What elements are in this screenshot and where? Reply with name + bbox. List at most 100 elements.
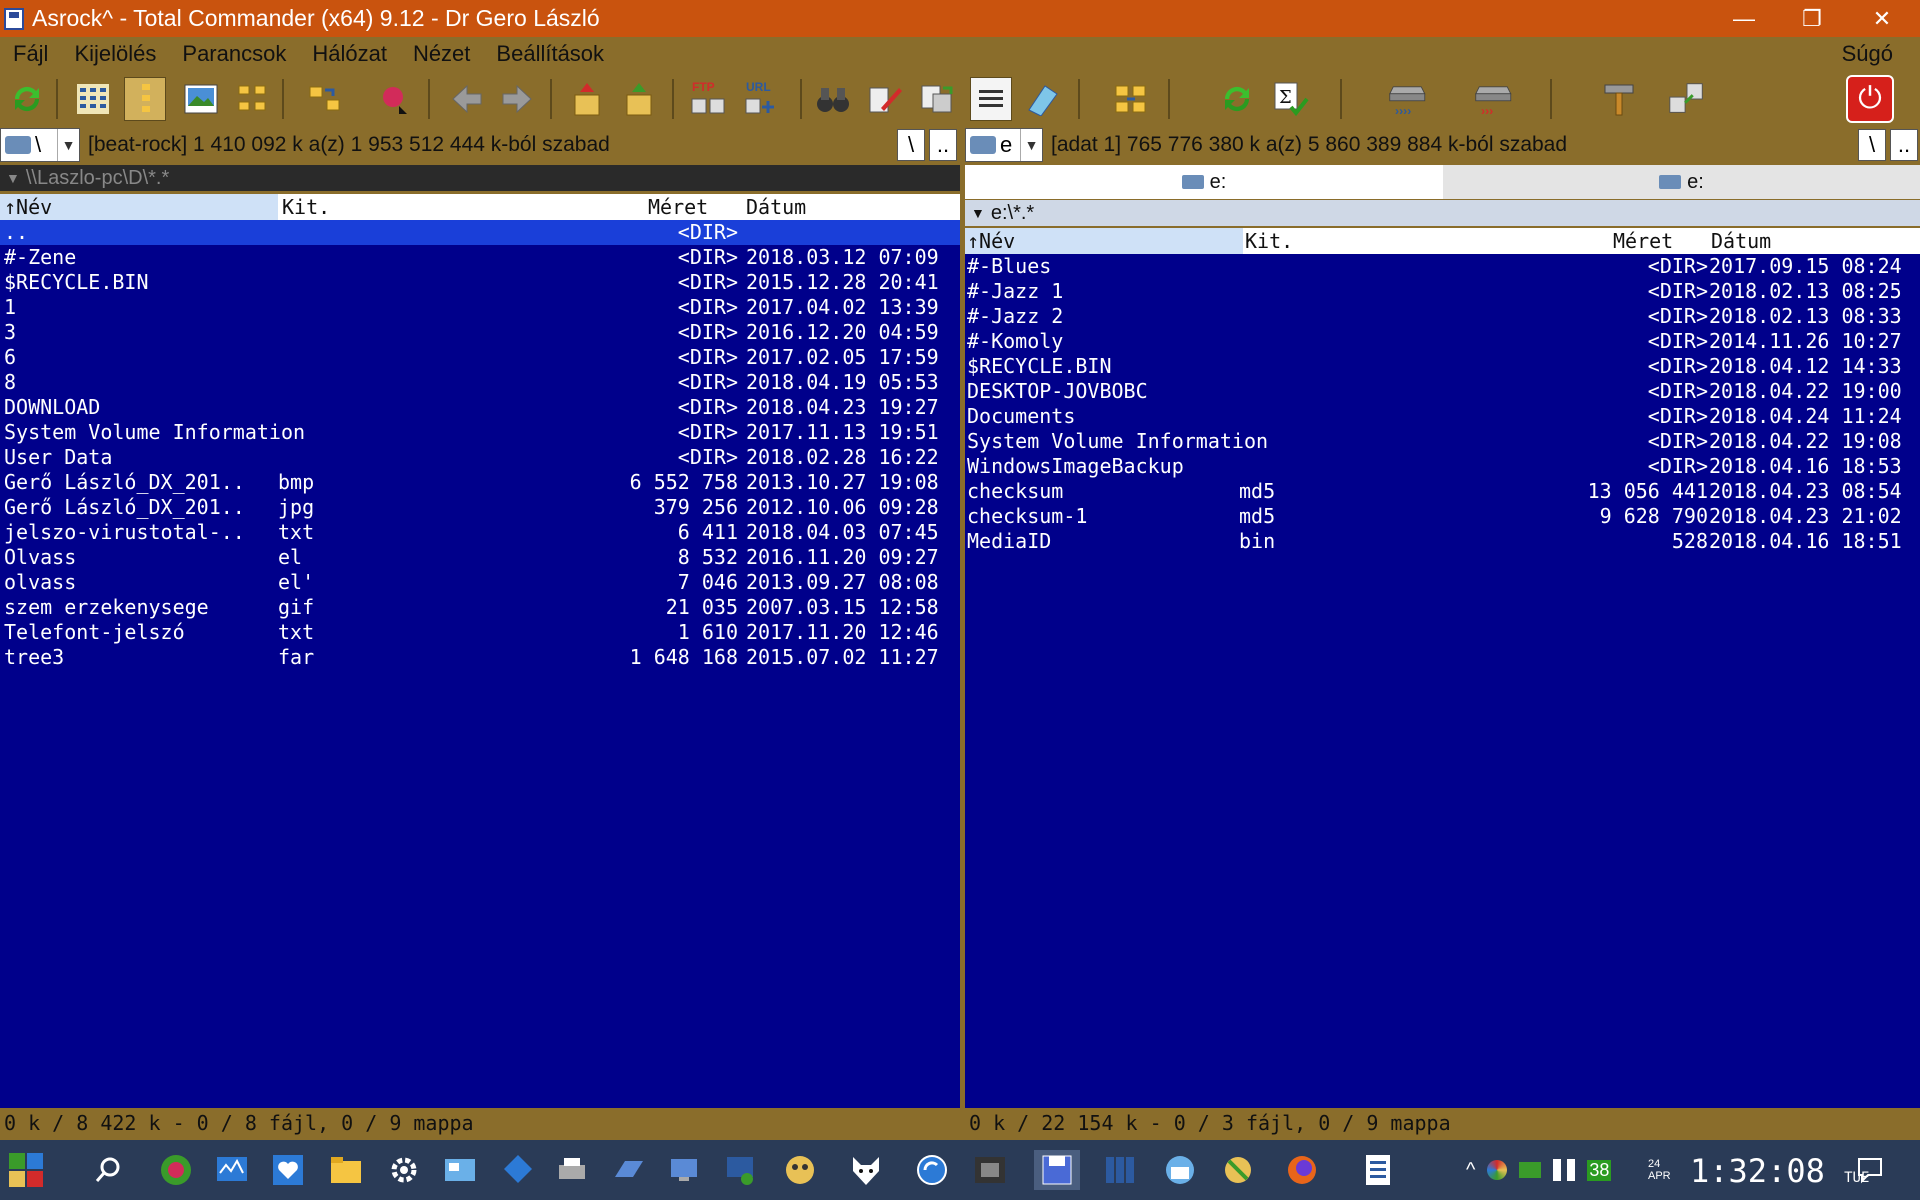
document-app-icon[interactable] bbox=[1358, 1150, 1398, 1190]
file-row[interactable]: #-Jazz 1 <DIR> 2018.02.13 08:25 bbox=[965, 279, 1920, 304]
network-app-icon[interactable] bbox=[498, 1150, 538, 1190]
folder-icon[interactable] bbox=[326, 1150, 366, 1190]
file-row[interactable]: MediaID bin 528 2018.04.16 18:51 bbox=[965, 529, 1920, 554]
computer-app-icon[interactable] bbox=[664, 1150, 704, 1190]
file-row[interactable]: #-Komoly <DIR> 2014.11.26 10:27 bbox=[965, 329, 1920, 354]
file-row[interactable]: checksum-1 md5 9 628 790 2018.04.23 21:02 bbox=[965, 504, 1920, 529]
display-icon[interactable] bbox=[1519, 1162, 1542, 1178]
file-row[interactable]: jelszo-virustotal-.. txt 6 411 2018.04.03 0… bbox=[0, 520, 960, 545]
hammer-icon[interactable] bbox=[1598, 77, 1640, 121]
url-connect-icon[interactable]: URL bbox=[742, 77, 784, 121]
minimize-button[interactable]: — bbox=[1710, 0, 1778, 37]
app-save-icon[interactable] bbox=[4, 7, 24, 30]
checksum-icon[interactable]: Σ bbox=[1270, 77, 1312, 121]
left-root-button[interactable]: \ bbox=[897, 129, 925, 161]
menu-view[interactable]: Nézet bbox=[400, 41, 483, 67]
right-col-size[interactable]: Méret bbox=[1613, 229, 1673, 253]
ftp-connect-icon[interactable]: FTP bbox=[688, 77, 730, 121]
gear-icon[interactable] bbox=[384, 1150, 424, 1190]
remote-app-icon[interactable] bbox=[720, 1150, 760, 1190]
menu-settings[interactable]: Beállítások bbox=[483, 41, 617, 67]
menu-commands[interactable]: Parancsok bbox=[169, 41, 299, 67]
close-button[interactable]: ✕ bbox=[1848, 0, 1916, 37]
update-app-icon[interactable] bbox=[912, 1150, 952, 1190]
file-row[interactable]: System Volume Information <DIR> 2018.04.22… bbox=[965, 429, 1920, 454]
scanner-app-icon[interactable] bbox=[608, 1150, 648, 1190]
copy-names-icon[interactable] bbox=[916, 77, 958, 121]
printer-app-icon[interactable] bbox=[552, 1150, 592, 1190]
file-row[interactable]: $RECYCLE.BIN <DIR> 2018.04.12 14:33 bbox=[965, 354, 1920, 379]
file-row[interactable]: WindowsImageBackup <DIR> 2018.04.16 18:53 bbox=[965, 454, 1920, 479]
thunderbird-app-icon[interactable] bbox=[1160, 1150, 1200, 1190]
forward-arrow-icon[interactable] bbox=[496, 77, 538, 121]
reload-icon[interactable] bbox=[1216, 77, 1258, 121]
maximize-button[interactable]: ❐ bbox=[1778, 0, 1846, 37]
file-row[interactable]: 8 <DIR> 2018.04.19 05:53 bbox=[0, 370, 960, 395]
control-panel-icon[interactable] bbox=[440, 1150, 480, 1190]
total-commander-task-icon[interactable] bbox=[1034, 1150, 1080, 1190]
left-col-ext[interactable]: Kit. bbox=[282, 195, 330, 219]
color-wheel-icon[interactable] bbox=[1487, 1160, 1508, 1180]
sync-dirs-icon[interactable] bbox=[1110, 77, 1152, 121]
bars-icon[interactable] bbox=[1553, 1159, 1576, 1181]
file-row[interactable]: tree3 far 1 648 168 2015.07.02 11:27 bbox=[0, 645, 960, 670]
search-binoculars-icon[interactable] bbox=[812, 77, 854, 121]
refresh-icon[interactable] bbox=[6, 77, 48, 121]
right-col-ext[interactable]: Kit. bbox=[1245, 229, 1293, 253]
chevron-up-icon[interactable]: ^ bbox=[1466, 1159, 1475, 1182]
left-path-bar[interactable]: ▼ \\Laszlo-pc\D\*.* bbox=[0, 165, 960, 191]
thumbnail-view-icon[interactable] bbox=[180, 77, 222, 121]
clock[interactable]: 1:32:08 TUE bbox=[1690, 1152, 1869, 1190]
fox-app-icon[interactable] bbox=[846, 1150, 886, 1190]
right-drive-select[interactable]: e ▼ bbox=[965, 128, 1043, 162]
file-row[interactable]: User Data <DIR> 2018.02.28 16:22 bbox=[0, 445, 960, 470]
library-app-icon[interactable] bbox=[1100, 1150, 1140, 1190]
right-col-date[interactable]: Dátum bbox=[1711, 229, 1771, 253]
notifications-icon[interactable] bbox=[1850, 1150, 1890, 1190]
folder-tree-icon[interactable] bbox=[232, 77, 274, 121]
file-row[interactable]: $RECYCLE.BIN <DIR> 2015.12.28 20:41 bbox=[0, 270, 960, 295]
tree-view-icon[interactable] bbox=[124, 77, 166, 121]
monkey-app-icon[interactable] bbox=[780, 1150, 820, 1190]
right-up-button[interactable]: .. bbox=[1890, 129, 1918, 161]
menu-network[interactable]: Hálózat bbox=[299, 41, 400, 67]
file-row[interactable]: System Volume Information <DIR> 2017.11.13… bbox=[0, 420, 960, 445]
file-row[interactable]: .. <DIR> bbox=[0, 220, 960, 245]
pack-icon[interactable] bbox=[372, 77, 414, 121]
tab-e-inactive[interactable]: e: bbox=[1443, 165, 1920, 199]
monitor-app-icon[interactable] bbox=[212, 1150, 252, 1190]
heart-app-icon[interactable] bbox=[268, 1150, 308, 1190]
file-row[interactable]: Gerő László_DX_201.. jpg 379 256 2012.10.06… bbox=[0, 495, 960, 520]
drive-forward-icon[interactable]: ›››› bbox=[1388, 77, 1430, 121]
start-windows-icon[interactable] bbox=[6, 1150, 46, 1190]
firefox-app-icon[interactable] bbox=[1282, 1150, 1322, 1190]
file-row[interactable]: Telefont-jelszó txt 1 610 2017.11.20 12:46 bbox=[0, 620, 960, 645]
left-file-panel[interactable]: .. <DIR> #-Zene <DIR> 2018.03.12 07:09 $RECYC… bbox=[0, 220, 960, 1108]
multi-rename-icon[interactable] bbox=[864, 77, 906, 121]
menu-file[interactable]: Fájl bbox=[0, 41, 61, 67]
file-row[interactable]: checksum md5 13 056 441 2018.04.23 08:54 bbox=[965, 479, 1920, 504]
left-drive-select[interactable]: \ ▼ bbox=[0, 128, 80, 162]
left-up-button[interactable]: .. bbox=[929, 129, 957, 161]
file-row[interactable]: #-Blues <DIR> 2017.09.15 08:24 bbox=[965, 254, 1920, 279]
menu-select[interactable]: Kijelölés bbox=[61, 41, 169, 67]
left-file-list[interactable]: .. <DIR> #-Zene <DIR> 2018.03.12 07:09 $RECYC… bbox=[0, 220, 960, 670]
power-button[interactable]: ⏻ bbox=[1820, 71, 1920, 127]
file-row[interactable]: olvass el' 7 046 2013.09.27 08:08 bbox=[0, 570, 960, 595]
cpu-temp-badge[interactable]: 38 bbox=[1587, 1159, 1612, 1181]
compare-icon[interactable] bbox=[970, 77, 1012, 121]
sync-folders-icon[interactable] bbox=[304, 77, 346, 121]
file-row[interactable]: Documents <DIR> 2018.04.24 11:24 bbox=[965, 404, 1920, 429]
file-row[interactable]: #-Jazz 2 <DIR> 2018.02.13 08:33 bbox=[965, 304, 1920, 329]
file-row[interactable]: 1 <DIR> 2017.04.02 13:39 bbox=[0, 295, 960, 320]
tools-icon[interactable] bbox=[1666, 77, 1708, 121]
notepad-icon[interactable] bbox=[1022, 77, 1064, 121]
file-row[interactable]: DESKTOP-JOVBOBC <DIR> 2018.04.22 19:00 bbox=[965, 379, 1920, 404]
drive-back-icon[interactable]: ››› bbox=[1474, 77, 1516, 121]
file-row[interactable]: #-Zene <DIR> 2018.03.12 07:09 bbox=[0, 245, 960, 270]
pack-files-icon[interactable] bbox=[566, 77, 608, 121]
right-path-bar[interactable]: ▼ e:\*.* bbox=[965, 200, 1920, 226]
video-app-icon[interactable] bbox=[970, 1150, 1010, 1190]
unpack-files-icon[interactable] bbox=[618, 77, 660, 121]
file-row[interactable]: 3 <DIR> 2016.12.20 04:59 bbox=[0, 320, 960, 345]
